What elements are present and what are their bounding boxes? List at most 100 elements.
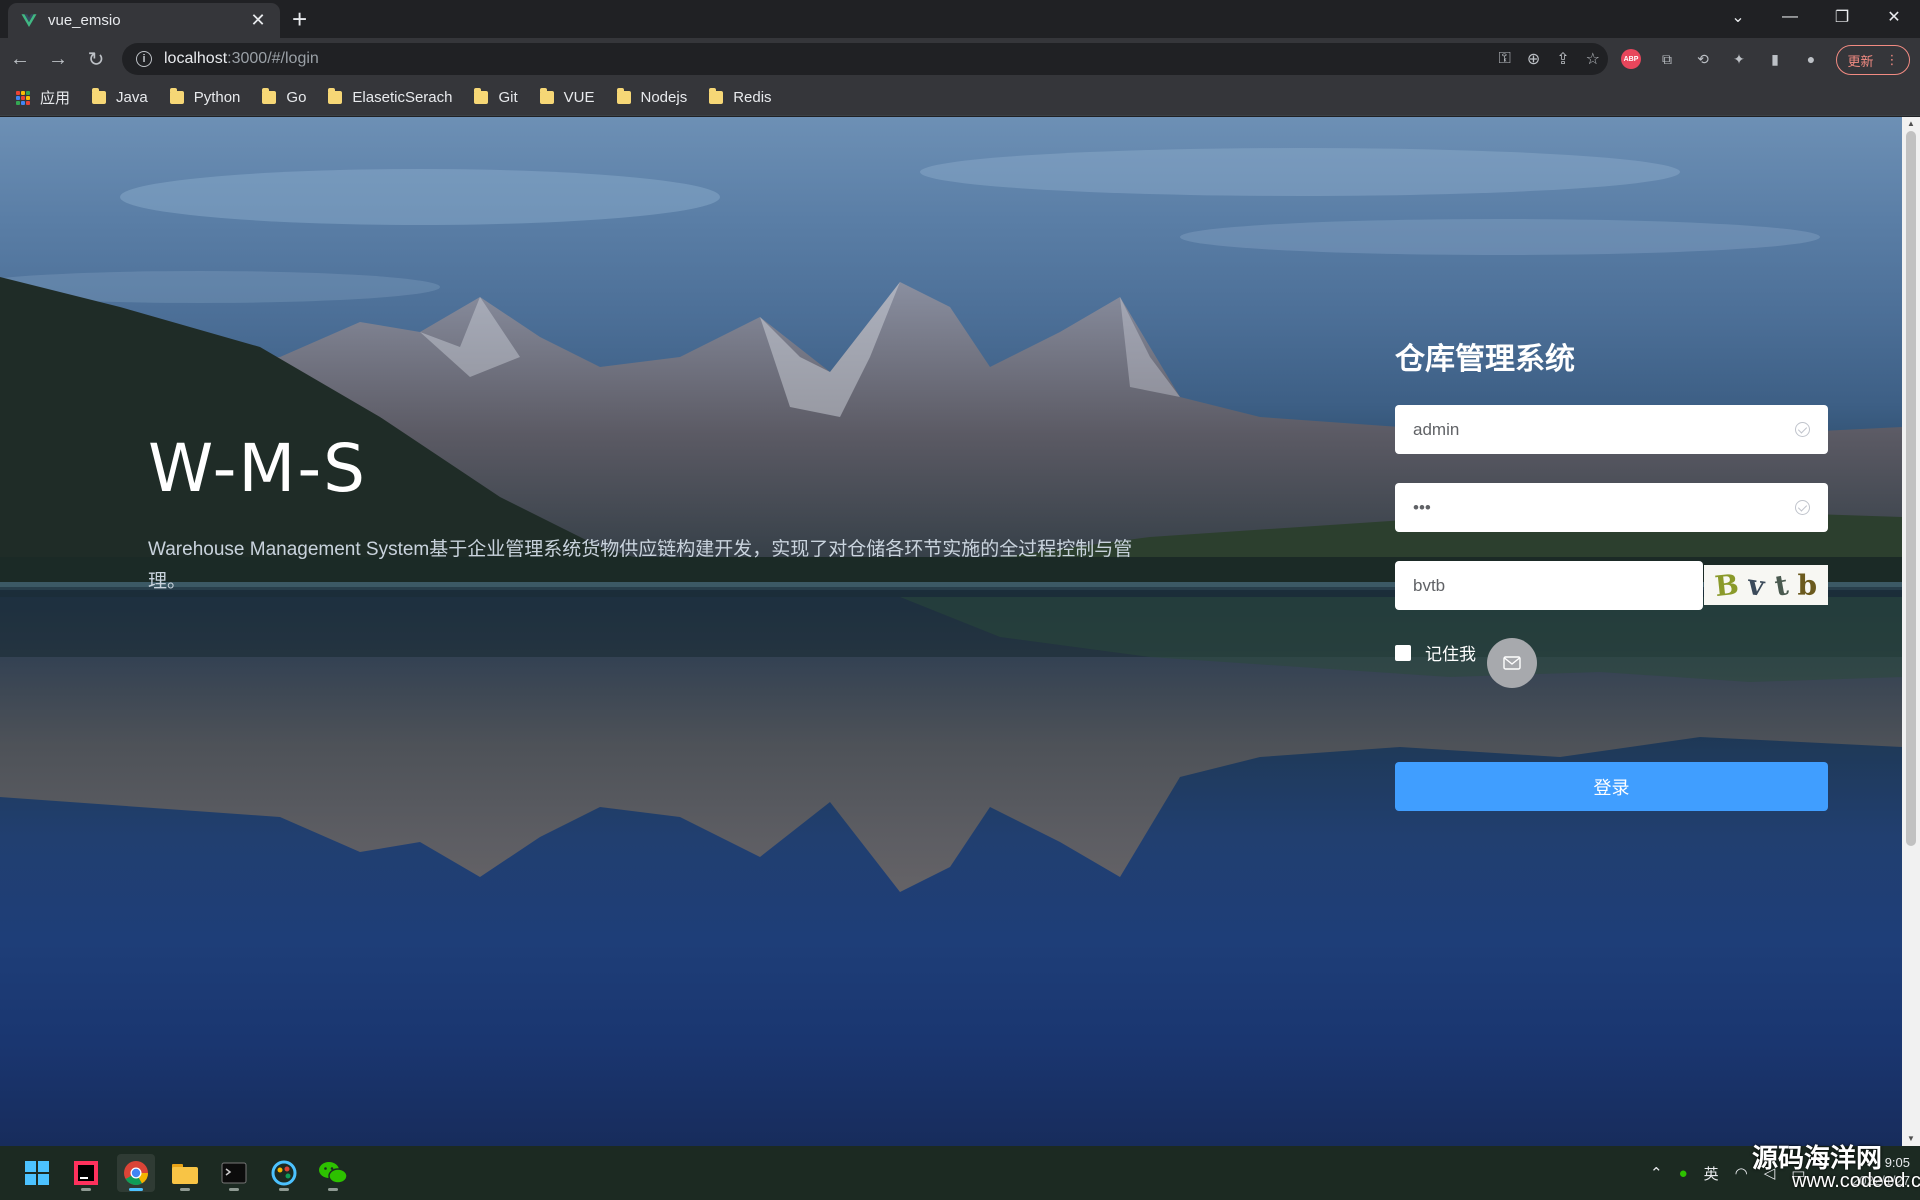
close-window-icon[interactable]: ✕	[1868, 0, 1920, 34]
wechat-icon[interactable]	[314, 1154, 352, 1192]
chevron-up-icon[interactable]: ⌃	[1650, 1164, 1663, 1182]
kebab-menu-icon: ⋮	[1885, 52, 1899, 67]
bookmark-folder[interactable]: Redis	[709, 88, 772, 106]
minimize-icon[interactable]: —	[1764, 0, 1816, 34]
bookmark-folder[interactable]: Go	[262, 88, 307, 106]
bookmark-folder[interactable]: Python	[169, 88, 241, 106]
wifi-icon[interactable]: ◠	[1735, 1164, 1748, 1182]
captcha-char: t	[1771, 567, 1791, 603]
tab-strip: vue_emsio ✕ + ⌄ — ❐ ✕	[0, 0, 1920, 38]
profile-icon[interactable]: ●	[1800, 48, 1822, 70]
intellij-icon[interactable]	[67, 1154, 105, 1192]
bookmark-label: Redis	[733, 89, 772, 106]
folder-icon	[92, 88, 107, 104]
captcha-char: B	[1713, 567, 1741, 603]
bookmarks-bar: 应用 Java Python Go ElaseticSerach Git VUE…	[0, 80, 1920, 116]
windows-taskbar: ⌃ ● 英 ◠ ◁ ▭ 9:05 2022/1/27	[0, 1146, 1920, 1200]
password-field[interactable]	[1395, 483, 1828, 532]
window-controls: ⌄ — ❐ ✕	[1712, 0, 1920, 34]
wechat-tray-icon[interactable]: ●	[1679, 1165, 1688, 1182]
folder-icon	[169, 88, 184, 104]
bookmark-folder[interactable]: VUE	[539, 88, 595, 106]
translate-extension-icon[interactable]: ⟲	[1692, 48, 1714, 70]
new-tab-button[interactable]: +	[292, 6, 307, 32]
restore-icon[interactable]: ❐	[1816, 0, 1868, 34]
ime-indicator[interactable]: 英	[1704, 1163, 1719, 1184]
bookmark-label: ElaseticSerach	[352, 89, 453, 106]
username-field[interactable]	[1395, 405, 1828, 454]
browser-tab[interactable]: vue_emsio ✕	[8, 3, 280, 38]
bookmark-folder[interactable]: ElaseticSerach	[328, 88, 453, 106]
url-host: localhost	[164, 50, 228, 67]
login-title: 仓库管理系统	[1395, 342, 1575, 377]
watermark-text: 源码海洋网	[1752, 1143, 1883, 1173]
scroll-thumb[interactable]	[1906, 131, 1916, 846]
bookmark-star-icon[interactable]: ☆	[1586, 49, 1600, 69]
bookmark-label: Git	[498, 89, 518, 106]
check-circle-icon	[1795, 500, 1810, 515]
captcha-field[interactable]	[1395, 561, 1703, 610]
bookmark-label: 应用	[40, 90, 71, 107]
puzzle-extensions-icon[interactable]: ✦	[1728, 48, 1750, 70]
url-path: :3000/#/login	[227, 50, 319, 67]
forward-arrow-icon[interactable]: →	[40, 41, 76, 77]
omnibox-actions: ⚿ ⊕ ⇪ ☆	[1499, 43, 1600, 75]
tab-title: vue_emsio	[48, 12, 121, 29]
folder-icon	[262, 88, 277, 104]
zoom-icon[interactable]: ⊕	[1527, 49, 1540, 69]
address-bar[interactable]: i localhost:3000/#/login ⚿ ⊕ ⇪ ☆	[122, 43, 1608, 75]
folder-icon	[709, 88, 724, 104]
copy-extension-icon[interactable]: ⧉	[1656, 48, 1678, 70]
bookmark-label: Python	[193, 89, 241, 106]
update-button[interactable]: 更新 ⋮	[1836, 45, 1910, 75]
extension-icons: ABP ⧉ ⟲ ✦ ▮ ●	[1620, 44, 1822, 74]
bookmark-label: Go	[286, 89, 307, 106]
paint-app-icon[interactable]	[265, 1154, 303, 1192]
close-tab-icon[interactable]: ✕	[248, 10, 268, 31]
bookmark-folder[interactable]: Nodejs	[616, 88, 688, 106]
check-circle-icon	[1795, 422, 1810, 437]
bookmark-apps[interactable]: 应用	[16, 87, 70, 108]
captcha-char: v	[1746, 567, 1767, 603]
bookmark-label: Java	[116, 89, 148, 106]
folder-icon	[539, 88, 554, 104]
site-info-icon[interactable]: i	[136, 51, 152, 67]
hero-description: Warehouse Management System基于企业管理系统货物供应链…	[148, 539, 1133, 592]
hero-title: W-M-S	[148, 430, 368, 507]
start-windows-icon[interactable]	[18, 1154, 56, 1192]
key-icon[interactable]: ⚿	[1499, 50, 1511, 68]
tab-search-icon[interactable]: ⌄	[1712, 0, 1764, 34]
folder-icon	[328, 88, 343, 104]
apps-grid-icon	[16, 90, 30, 105]
login-button[interactable]: 登录	[1395, 762, 1828, 811]
chrome-icon[interactable]	[117, 1154, 155, 1192]
reload-icon[interactable]: ↻	[78, 41, 114, 77]
captcha-input[interactable]	[1413, 575, 1685, 596]
watermark-url: www.codeed.com	[1792, 1170, 1920, 1192]
bookmark-folder[interactable]: Java	[92, 88, 148, 106]
back-arrow-icon[interactable]: ←	[2, 41, 38, 77]
remember-checkbox[interactable]	[1395, 644, 1411, 661]
captcha-char: b	[1797, 568, 1818, 602]
adblock-icon[interactable]: ABP	[1620, 48, 1642, 70]
vue-logo-icon	[21, 13, 37, 27]
remember-me[interactable]: 记住我	[1395, 640, 1476, 665]
page-scrollbar[interactable]: ▲ ▼	[1902, 117, 1920, 1146]
mail-icon	[1503, 656, 1521, 670]
bookmark-folder[interactable]: Git	[474, 88, 518, 106]
bookmark-label: Nodejs	[640, 89, 688, 106]
terminal-icon[interactable]	[215, 1154, 253, 1192]
mountain-lake-background	[0, 148, 1902, 892]
mail-button[interactable]	[1487, 638, 1537, 688]
bookmark-label: VUE	[563, 89, 595, 106]
scroll-up-icon[interactable]: ▲	[1902, 117, 1920, 131]
file-explorer-icon[interactable]	[166, 1154, 204, 1192]
password-input[interactable]	[1413, 497, 1795, 518]
captcha-image[interactable]: B v t b	[1704, 565, 1828, 605]
scroll-down-icon[interactable]: ▼	[1902, 1132, 1920, 1146]
share-icon[interactable]: ⇪	[1556, 49, 1569, 69]
update-label: 更新	[1847, 53, 1874, 69]
side-panel-icon[interactable]: ▮	[1764, 48, 1786, 70]
folder-icon	[474, 88, 489, 104]
username-input[interactable]	[1413, 419, 1795, 440]
